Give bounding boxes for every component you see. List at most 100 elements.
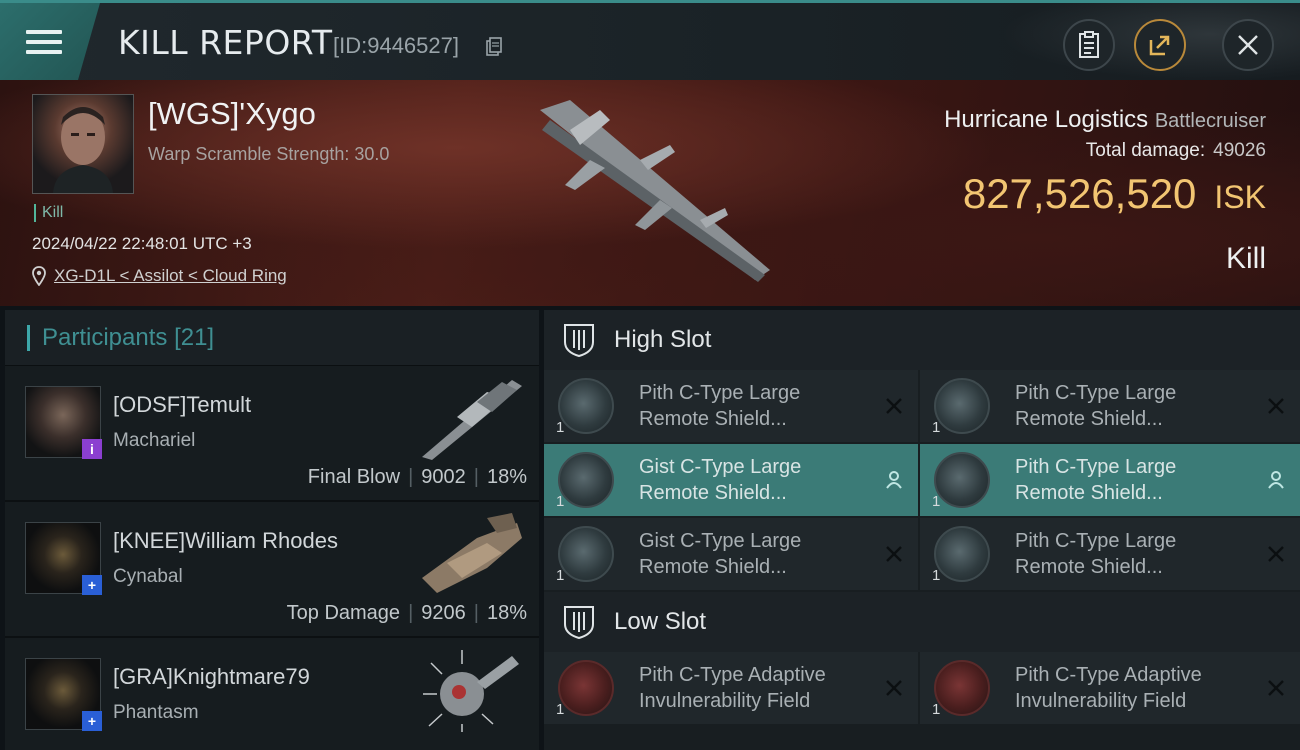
high-slot-header: High Slot bbox=[544, 310, 1300, 370]
person-icon bbox=[886, 471, 902, 489]
ship-name: Hurricane Logistics bbox=[944, 106, 1149, 133]
participant-role: Final Blow bbox=[307, 466, 401, 488]
module-quantity: 1 bbox=[932, 493, 941, 510]
participant-stats: Final Blow | 9002 | 18% bbox=[307, 466, 527, 488]
total-damage: Total damage: 49026 bbox=[1086, 140, 1266, 162]
shield-module-icon bbox=[558, 452, 614, 508]
clipboard-icon bbox=[1079, 31, 1099, 58]
participants-count: [21] bbox=[174, 323, 215, 351]
module-item[interactable]: 1 Pith C-Type Adaptive Invulnerability F… bbox=[544, 652, 918, 724]
badge-info-icon: i bbox=[82, 439, 102, 459]
total-damage-label: Total damage: bbox=[1085, 140, 1206, 161]
header-accent-bar bbox=[27, 324, 30, 351]
participant-name: [KNEE]William Rhodes bbox=[113, 528, 338, 553]
module-name: Pith C-Type Large Remote Shield... bbox=[1015, 530, 1177, 578]
kill-tag: Kill bbox=[34, 204, 63, 222]
badge-plus-icon: + bbox=[82, 575, 102, 595]
module-quantity: 1 bbox=[556, 419, 565, 436]
fitting-panel: High Slot 1 Pith C-Type Large Remote Shi… bbox=[544, 310, 1300, 750]
shield-module-icon bbox=[558, 378, 614, 434]
isk-amount: 827,526,520 bbox=[962, 170, 1197, 217]
module-item[interactable]: 1 Gist C-Type Large Remote Shield... bbox=[544, 518, 918, 590]
hamburger-icon bbox=[26, 24, 62, 60]
location-link[interactable]: XG-D1L < Assilot < Cloud Ring bbox=[54, 266, 287, 286]
badge-plus-icon: + bbox=[82, 711, 102, 731]
kill-location[interactable]: XG-D1L < Assilot < Cloud Ring bbox=[32, 266, 287, 286]
module-name: Gist C-Type Large Remote Shield... bbox=[639, 456, 802, 504]
victim-name[interactable]: [WGS]'Xygo bbox=[148, 96, 316, 132]
victim-ship-image bbox=[540, 100, 770, 282]
high-slot-label: High Slot bbox=[614, 326, 712, 353]
high-slot-modules: 1 Pith C-Type Large Remote Shield... 1 P… bbox=[544, 370, 1300, 590]
module-quantity: 1 bbox=[932, 701, 941, 718]
victim-ship[interactable]: Hurricane Logistics Battlecruiser bbox=[944, 106, 1266, 134]
low-slot-modules: 1 Pith C-Type Adaptive Invulnerability F… bbox=[544, 652, 1300, 724]
participant-name: [ODSF]Temult bbox=[113, 392, 252, 417]
warp-scramble-strength: Warp Scramble Strength: 30.0 bbox=[148, 144, 390, 164]
participant-row[interactable]: + [KNEE]William Rhodes Cynabal Top Damag… bbox=[5, 502, 539, 638]
avatar: + bbox=[25, 658, 102, 731]
participant-percent: 18% bbox=[486, 602, 527, 624]
module-quantity: 1 bbox=[932, 419, 941, 436]
invulnerability-module-icon bbox=[934, 660, 990, 716]
person-icon bbox=[1268, 471, 1284, 489]
module-quantity: 1 bbox=[556, 567, 565, 584]
module-item[interactable]: 1 Pith C-Type Large Remote Shield... bbox=[920, 370, 1300, 442]
destroyed-icon bbox=[1268, 546, 1284, 562]
module-item[interactable]: 1 Pith C-Type Large Remote Shield... bbox=[544, 370, 918, 442]
page-title: KILL REPORT bbox=[118, 23, 333, 62]
module-item[interactable]: 1 Pith C-Type Large Remote Shield... bbox=[920, 444, 1300, 516]
avatar: i bbox=[25, 386, 102, 459]
kill-datetime: 2024/04/22 22:48:01 UTC +3 bbox=[32, 234, 252, 253]
participants-header[interactable]: Participants [21] bbox=[5, 310, 539, 366]
shield-module-icon bbox=[558, 526, 614, 582]
isk-unit: ISK bbox=[1214, 179, 1266, 215]
isk-value: 827,526,520 ISK bbox=[963, 170, 1266, 218]
share-button[interactable] bbox=[1134, 19, 1186, 71]
low-slot-icon bbox=[564, 606, 594, 640]
module-name: Pith C-Type Large Remote Shield... bbox=[1015, 456, 1177, 504]
participant-ship: Machariel bbox=[113, 430, 196, 451]
participant-row[interactable]: i [ODSF]Temult Machariel Final Blow | 9002… bbox=[5, 366, 539, 502]
invulnerability-module-icon bbox=[558, 660, 614, 716]
module-quantity: 1 bbox=[556, 493, 565, 510]
report-id: [ID:9446527] bbox=[333, 33, 459, 58]
module-item[interactable]: 1 Gist C-Type Large Remote Shield... bbox=[544, 444, 918, 516]
top-bar: KILL REPORT [ID:9446527] bbox=[0, 0, 1300, 81]
module-item[interactable]: 1 Pith C-Type Large Remote Shield... bbox=[920, 518, 1300, 590]
module-name: Pith C-Type Adaptive Invulnerability Fie… bbox=[1015, 664, 1202, 712]
menu-button[interactable] bbox=[0, 3, 100, 80]
avatar: + bbox=[25, 522, 102, 595]
low-slot-header: Low Slot bbox=[544, 592, 1300, 652]
module-name: Pith C-Type Large Remote Shield... bbox=[639, 382, 801, 430]
destroyed-icon bbox=[1268, 398, 1284, 414]
participant-percent: 18% bbox=[486, 466, 527, 488]
participant-ship-image bbox=[422, 513, 522, 593]
participant-row[interactable]: + [GRA]Knightmare79 Phantasm bbox=[5, 638, 539, 750]
participant-stats: Top Damage | 9206 | 18% bbox=[286, 602, 527, 624]
module-name: Gist C-Type Large Remote Shield... bbox=[639, 530, 802, 578]
victim-banner: [WGS]'Xygo Warp Scramble Strength: 30.0 … bbox=[0, 80, 1300, 306]
pilot-portrait-image bbox=[53, 107, 113, 193]
high-slot-icon bbox=[564, 324, 594, 358]
destroyed-icon bbox=[886, 680, 902, 696]
participant-role: Top Damage bbox=[286, 602, 401, 624]
shield-module-icon bbox=[934, 452, 990, 508]
destroyed-icon bbox=[1268, 680, 1284, 696]
close-button[interactable] bbox=[1222, 19, 1274, 71]
module-name: Pith C-Type Large Remote Shield... bbox=[1015, 382, 1177, 430]
share-icon bbox=[1149, 35, 1170, 56]
victim-portrait[interactable] bbox=[32, 94, 134, 194]
module-item[interactable]: 1 Pith C-Type Adaptive Invulnerability F… bbox=[920, 652, 1300, 724]
shield-module-icon bbox=[934, 526, 990, 582]
close-icon bbox=[1238, 35, 1258, 55]
participant-ship-image bbox=[423, 650, 519, 732]
destroyed-icon bbox=[886, 546, 902, 562]
participant-name: [GRA]Knightmare79 bbox=[113, 664, 310, 689]
participant-damage: 9002 bbox=[421, 466, 466, 488]
shield-module-icon bbox=[934, 378, 990, 434]
clipboard-button[interactable] bbox=[1063, 19, 1115, 71]
participants-panel: Participants [21] i [ODSF]Temult Machari… bbox=[5, 310, 539, 750]
copy-icon[interactable] bbox=[486, 37, 502, 57]
kill-result: Kill bbox=[1225, 242, 1266, 275]
